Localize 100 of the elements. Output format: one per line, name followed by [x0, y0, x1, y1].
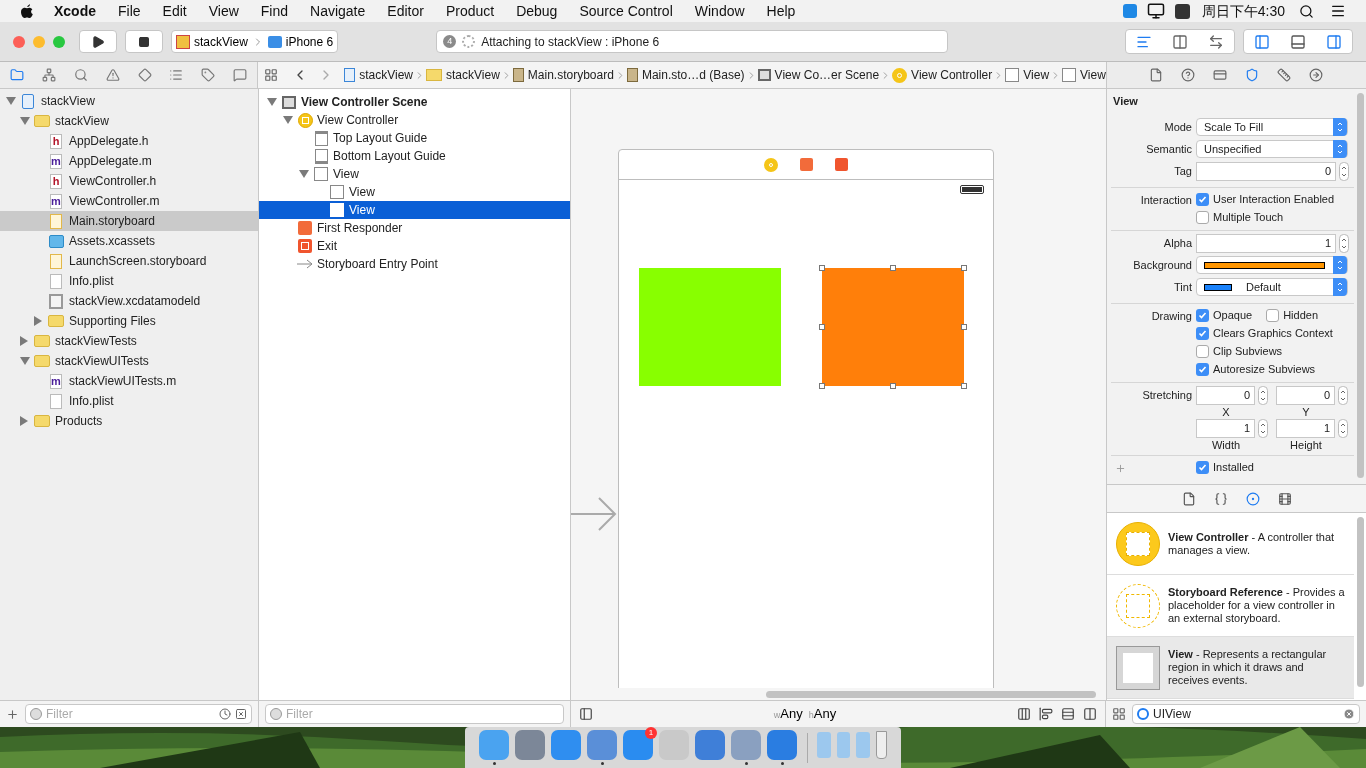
- checkbox[interactable]: [1196, 192, 1209, 206]
- trash-icon[interactable]: [876, 731, 887, 759]
- menu-item[interactable]: Product: [445, 0, 495, 22]
- outline-row[interactable]: Top Layout Guide: [259, 129, 570, 147]
- list-icon[interactable]: [169, 68, 184, 82]
- outline-row[interactable]: View: [259, 201, 570, 219]
- grid-icon[interactable]: [1112, 707, 1126, 721]
- size-class-label[interactable]: hAny: [808, 704, 837, 724]
- checkbox[interactable]: [1196, 460, 1209, 474]
- run-button[interactable]: [79, 30, 117, 53]
- number-field[interactable]: 1: [1196, 234, 1336, 253]
- scroll-bar[interactable]: [766, 690, 1096, 698]
- apple-logo-icon[interactable]: [20, 3, 34, 19]
- app-status-icon[interactable]: [1174, 3, 1190, 19]
- menu-item[interactable]: Editor: [387, 0, 424, 22]
- tag-icon[interactable]: [201, 68, 216, 82]
- outline-row[interactable]: Exit: [259, 237, 570, 255]
- circle-icon[interactable]: [1245, 491, 1260, 506]
- stepper[interactable]: [1338, 419, 1348, 438]
- clear-icon[interactable]: [1343, 708, 1355, 720]
- number-field[interactable]: 0: [1196, 386, 1255, 405]
- number-field[interactable]: 0: [1276, 386, 1335, 405]
- jump-bar-item[interactable]: Main.storyboard: [512, 66, 614, 84]
- app-icon[interactable]: [479, 730, 509, 765]
- jump-bar-item[interactable]: stackView: [344, 66, 414, 84]
- navigator-row[interactable]: LaunchScreen.storyboard: [0, 251, 258, 271]
- menu-item[interactable]: Navigate: [310, 0, 366, 22]
- library-item[interactable]: View - Represents a rectangular region in which it draws and receives events.: [1107, 637, 1354, 699]
- add-icon[interactable]: [1115, 463, 1126, 474]
- number-field[interactable]: 1: [1276, 419, 1335, 438]
- speech-bubble-icon[interactable]: [233, 68, 248, 82]
- popup-button[interactable]: Scale To Fill: [1196, 118, 1348, 136]
- stack-icon[interactable]: [1017, 707, 1031, 721]
- file-icon[interactable]: [1181, 491, 1196, 506]
- file-icon[interactable]: [1149, 68, 1164, 82]
- jump-bar-item[interactable]: View: [1062, 66, 1106, 84]
- navigator-row[interactable]: h ViewController.h: [0, 171, 258, 191]
- checkbox[interactable]: [1196, 308, 1209, 322]
- size-class-label[interactable]: wAny: [773, 704, 803, 724]
- align-icon[interactable]: [1039, 707, 1053, 721]
- app-icon[interactable]: [731, 730, 761, 765]
- jump-bar-item[interactable]: View Co…er Scene: [757, 66, 880, 84]
- number-field[interactable]: 1: [1196, 419, 1255, 438]
- film-icon[interactable]: [1277, 491, 1292, 506]
- menu-item[interactable]: Window: [694, 0, 745, 22]
- menu-item[interactable]: Help: [766, 0, 796, 22]
- navigator-row[interactable]: m ViewController.m: [0, 191, 258, 211]
- pin-icon[interactable]: [1061, 707, 1075, 721]
- jump-bar-item[interactable]: View Controller: [892, 66, 993, 84]
- stepper[interactable]: [1338, 386, 1348, 405]
- filter-field[interactable]: UIView: [1132, 704, 1360, 724]
- box-icon[interactable]: [235, 708, 247, 720]
- outline-row[interactable]: Bottom Layout Guide: [259, 147, 570, 165]
- outline-row[interactable]: View Controller: [259, 111, 570, 129]
- clock-icon[interactable]: [219, 708, 231, 720]
- displays-icon[interactable]: [1146, 2, 1165, 20]
- braces-icon[interactable]: [1213, 491, 1228, 506]
- stop-button[interactable]: [125, 30, 163, 53]
- outline-row[interactable]: Storyboard Entry Point: [259, 255, 570, 273]
- stepper[interactable]: [1339, 234, 1349, 253]
- navigator-row[interactable]: Assets.xcassets: [0, 231, 258, 251]
- remote-app-icon[interactable]: [1122, 4, 1137, 18]
- color-popup[interactable]: [1196, 256, 1348, 274]
- clock[interactable]: 周日下午4:30: [1201, 0, 1285, 22]
- folder-icon[interactable]: [10, 68, 24, 82]
- menu-item[interactable]: Find: [260, 0, 289, 22]
- menu-item[interactable]: Source Control: [579, 0, 673, 22]
- search-icon[interactable]: [1299, 3, 1314, 19]
- navigator-row[interactable]: m stackViewUITests.m: [0, 371, 258, 391]
- navigator-row[interactable]: stackViewUITests: [0, 351, 258, 371]
- hierarchy-icon[interactable]: [41, 68, 56, 82]
- add-icon[interactable]: [6, 707, 19, 721]
- scroll-bar[interactable]: [1356, 93, 1364, 478]
- jump-bar-item[interactable]: stackView: [426, 66, 500, 84]
- menu-item[interactable]: Debug: [516, 0, 558, 22]
- menu-item[interactable]: Edit: [162, 0, 187, 22]
- navigator-row[interactable]: Main.storyboard: [0, 211, 258, 231]
- resolve-icon[interactable]: [1083, 707, 1097, 721]
- stepper[interactable]: [1258, 386, 1268, 405]
- exit-icon[interactable]: [835, 158, 848, 171]
- outline-toggle-icon[interactable]: [579, 707, 593, 721]
- related-items-icon[interactable]: [264, 68, 279, 82]
- menu-item[interactable]: Xcode: [54, 0, 96, 22]
- navigator-row[interactable]: stackView: [0, 91, 258, 111]
- app-icon[interactable]: [767, 730, 797, 765]
- stepper[interactable]: [1339, 162, 1349, 181]
- diamond-icon[interactable]: [137, 68, 152, 82]
- menu-item[interactable]: View: [208, 0, 239, 22]
- scheme-selector[interactable]: stackView iPhone 6: [171, 30, 339, 53]
- ruler-icon[interactable]: [1277, 68, 1292, 82]
- menu-icon[interactable]: [1330, 3, 1346, 19]
- navigator-row[interactable]: stackView.xcdatamodeld: [0, 291, 258, 311]
- app-icon[interactable]: [587, 730, 617, 765]
- outline-row[interactable]: View: [259, 165, 570, 183]
- arrow-circle-icon[interactable]: [1309, 68, 1324, 82]
- jump-bar-item[interactable]: View: [1005, 66, 1050, 84]
- help-icon[interactable]: [1181, 68, 1196, 82]
- navigator-row[interactable]: Supporting Files: [0, 311, 258, 331]
- outline-row[interactable]: View: [259, 183, 570, 201]
- navigator-row[interactable]: m AppDelegate.m: [0, 151, 258, 171]
